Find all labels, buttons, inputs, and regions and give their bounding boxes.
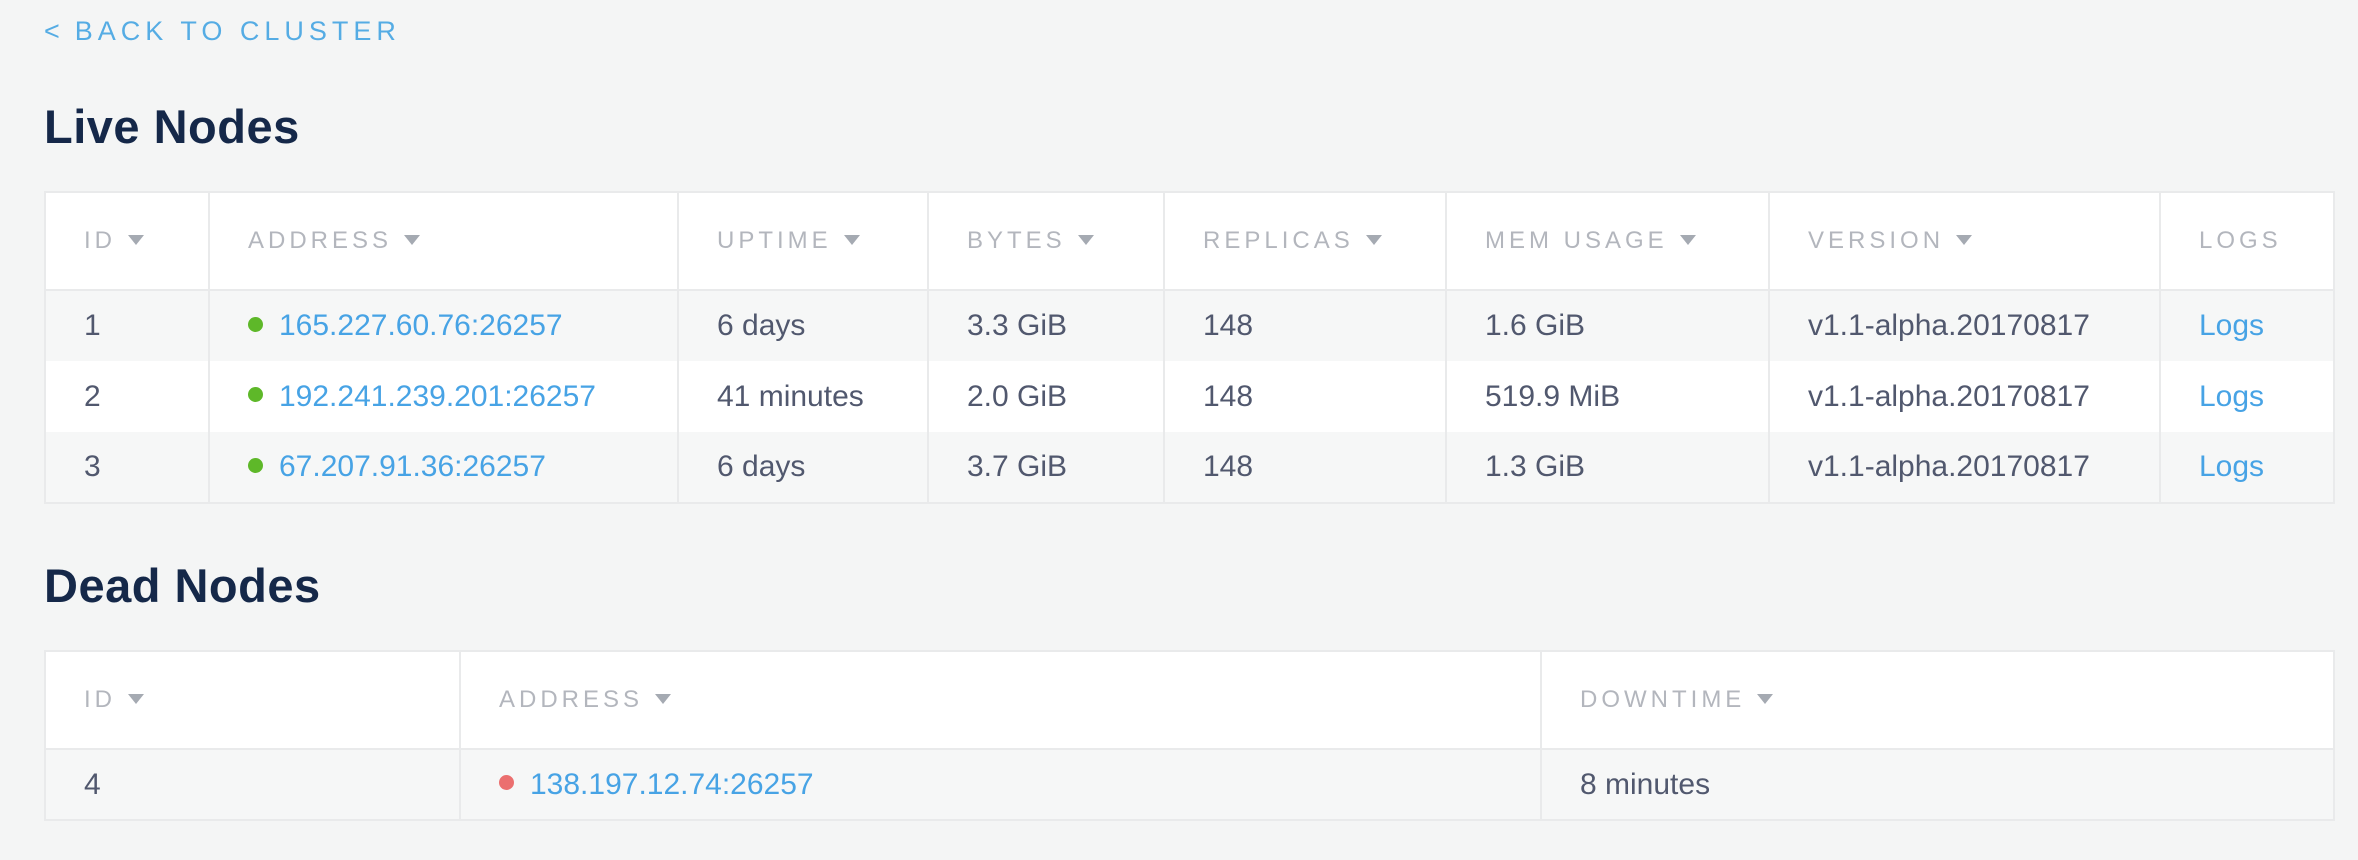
dead-nodes-heading: Dead Nodes [44, 558, 2333, 614]
sort-down-icon [1078, 235, 1094, 245]
column-header-label: BYTES [967, 227, 1066, 254]
node-address-cell: 67.207.91.36:26257 [209, 432, 678, 503]
dead-nodes-table: ID ADDRESS DOWNTIME 4 138.197.12.74:2625… [44, 650, 2335, 821]
node-replicas-cell: 148 [1164, 432, 1446, 503]
column-header-downtime[interactable]: DOWNTIME [1541, 651, 2334, 749]
node-id-cell: 1 [45, 290, 209, 361]
node-uptime-cell: 6 days [678, 290, 928, 361]
sort-down-icon [1680, 235, 1696, 245]
node-address-cell: 165.227.60.76:26257 [209, 290, 678, 361]
node-address-link[interactable]: 165.227.60.76:26257 [279, 309, 563, 342]
back-chevron-icon: < [44, 16, 65, 46]
nodes-page: < BACK TO CLUSTER Live Nodes ID ADDRESS U… [0, 0, 2358, 860]
node-replicas-cell: 148 [1164, 361, 1446, 432]
sort-down-icon [404, 235, 420, 245]
node-logs-cell: Logs [2160, 361, 2334, 432]
sort-down-icon [128, 235, 144, 245]
back-link-label: BACK TO CLUSTER [75, 16, 401, 46]
sort-down-icon [1366, 235, 1382, 245]
column-header-id[interactable]: ID [45, 192, 209, 290]
sort-down-icon [1757, 694, 1773, 704]
node-logs-cell: Logs [2160, 290, 2334, 361]
live-status-dot-icon [248, 317, 263, 332]
node-mem-usage-cell: 519.9 MiB [1446, 361, 1769, 432]
column-header-label: ID [84, 686, 116, 713]
dead-table-header-row: ID ADDRESS DOWNTIME [45, 651, 2334, 749]
sort-down-icon [1956, 235, 1972, 245]
column-header-label: ID [84, 227, 116, 254]
column-header-label: DOWNTIME [1580, 686, 1745, 713]
live-status-dot-icon [248, 387, 263, 402]
column-header-label: ADDRESS [499, 686, 643, 713]
column-header-label: UPTIME [717, 227, 832, 254]
node-mem-usage-cell: 1.3 GiB [1446, 432, 1769, 503]
live-nodes-heading: Live Nodes [44, 99, 2333, 155]
node-address-link[interactable]: 192.241.239.201:26257 [279, 380, 596, 413]
column-header-uptime[interactable]: UPTIME [678, 192, 928, 290]
column-header-label: ADDRESS [248, 227, 392, 254]
node-address-cell: 192.241.239.201:26257 [209, 361, 678, 432]
live-node-row: 2 192.241.239.201:26257 41 minutes 2.0 G… [45, 361, 2334, 432]
node-uptime-cell: 6 days [678, 432, 928, 503]
column-header-mem-usage[interactable]: MEM USAGE [1446, 192, 1769, 290]
back-to-cluster-link[interactable]: < BACK TO CLUSTER [44, 16, 401, 47]
live-table-header-row: ID ADDRESS UPTIME BYTES REPLICAS MEM USA… [45, 192, 2334, 290]
column-header-address[interactable]: ADDRESS [209, 192, 678, 290]
node-downtime-cell: 8 minutes [1541, 749, 2334, 820]
node-version-cell: v1.1-alpha.20170817 [1769, 361, 2160, 432]
live-nodes-table: ID ADDRESS UPTIME BYTES REPLICAS MEM USA… [44, 191, 2335, 504]
node-address-cell: 138.197.12.74:26257 [460, 749, 1541, 820]
node-replicas-cell: 148 [1164, 290, 1446, 361]
column-header-logs: LOGS [2160, 192, 2334, 290]
node-mem-usage-cell: 1.6 GiB [1446, 290, 1769, 361]
column-header-label: MEM USAGE [1485, 227, 1668, 254]
node-version-cell: v1.1-alpha.20170817 [1769, 290, 2160, 361]
node-uptime-cell: 41 minutes [678, 361, 928, 432]
dead-node-row: 4 138.197.12.74:26257 8 minutes [45, 749, 2334, 820]
node-version-cell: v1.1-alpha.20170817 [1769, 432, 2160, 503]
column-header-bytes[interactable]: BYTES [928, 192, 1164, 290]
logs-link[interactable]: Logs [2199, 309, 2264, 342]
column-header-label: REPLICAS [1203, 227, 1354, 254]
node-address-link[interactable]: 67.207.91.36:26257 [279, 450, 546, 483]
node-bytes-cell: 2.0 GiB [928, 361, 1164, 432]
dead-status-dot-icon [499, 775, 514, 790]
column-header-label: VERSION [1808, 227, 1944, 254]
column-header-replicas[interactable]: REPLICAS [1164, 192, 1446, 290]
sort-down-icon [655, 694, 671, 704]
node-bytes-cell: 3.3 GiB [928, 290, 1164, 361]
node-logs-cell: Logs [2160, 432, 2334, 503]
live-node-row: 1 165.227.60.76:26257 6 days 3.3 GiB 148… [45, 290, 2334, 361]
sort-down-icon [128, 694, 144, 704]
column-header-id[interactable]: ID [45, 651, 460, 749]
sort-down-icon [844, 235, 860, 245]
logs-link[interactable]: Logs [2199, 450, 2264, 483]
column-header-label: LOGS [2199, 227, 2282, 254]
node-id-cell: 3 [45, 432, 209, 503]
column-header-address[interactable]: ADDRESS [460, 651, 1541, 749]
node-id-cell: 4 [45, 749, 460, 820]
node-bytes-cell: 3.7 GiB [928, 432, 1164, 503]
logs-link[interactable]: Logs [2199, 380, 2264, 413]
node-id-cell: 2 [45, 361, 209, 432]
live-status-dot-icon [248, 458, 263, 473]
node-address-link[interactable]: 138.197.12.74:26257 [530, 768, 814, 801]
live-node-row: 3 67.207.91.36:26257 6 days 3.7 GiB 148 … [45, 432, 2334, 503]
column-header-version[interactable]: VERSION [1769, 192, 2160, 290]
